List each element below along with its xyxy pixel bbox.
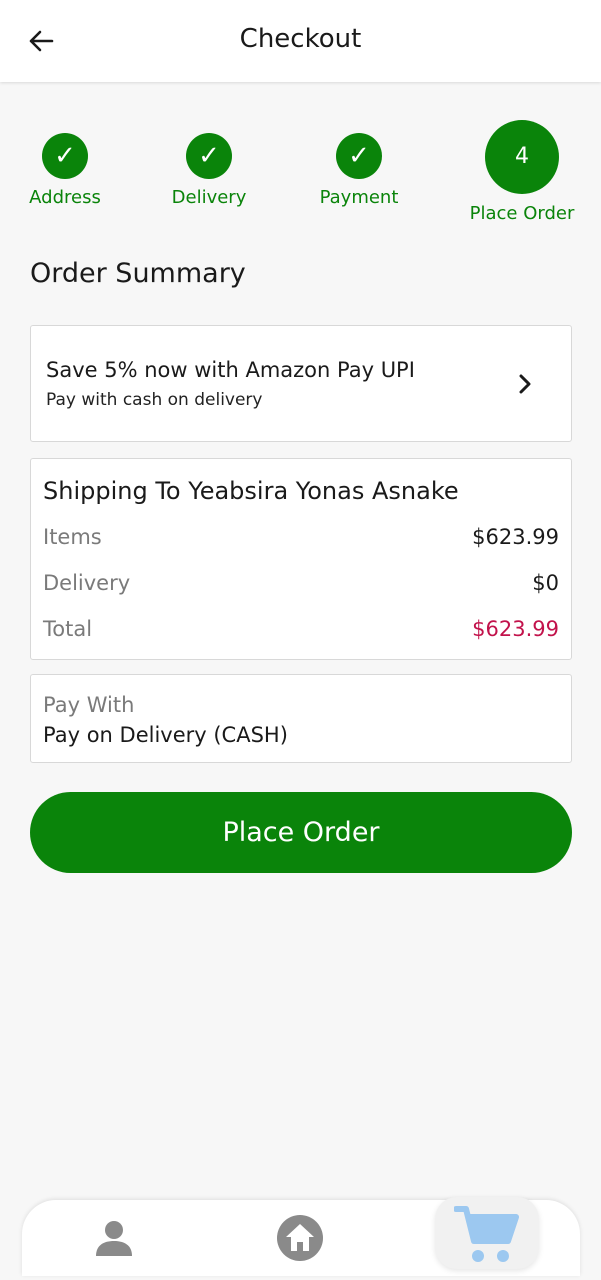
step-place-order[interactable]: 4 Place Order xyxy=(466,120,578,224)
shipping-summary-card: Shipping To Yeabsira Yonas Asnake Items … xyxy=(30,458,572,660)
shipping-title: Shipping To Yeabsira Yonas Asnake xyxy=(43,477,459,505)
payment-method: Pay on Delivery (CASH) xyxy=(43,723,288,747)
step-label: Place Order xyxy=(469,203,575,224)
delivery-label: Delivery xyxy=(43,571,131,595)
step-delivery[interactable]: ✓ Delivery xyxy=(166,133,252,208)
step-label: Delivery xyxy=(171,187,247,208)
total-label: Total xyxy=(43,617,93,641)
bottom-nav xyxy=(22,1197,580,1276)
promo-title: Save 5% now with Amazon Pay UPI xyxy=(46,358,415,382)
person-icon xyxy=(96,1221,132,1256)
total-value: $623.99 xyxy=(472,617,559,641)
checkout-screen: Checkout ✓ Address ✓ Delivery ✓ Payment … xyxy=(0,0,601,1280)
pay-with-card[interactable]: Pay With Pay on Delivery (CASH) xyxy=(30,674,572,763)
app-bar: Checkout xyxy=(0,0,601,82)
promo-subtitle: Pay with cash on delivery xyxy=(46,390,263,410)
order-summary-title: Order Summary xyxy=(30,258,246,289)
home-icon xyxy=(277,1215,323,1261)
check-icon: ✓ xyxy=(336,133,382,179)
step-payment[interactable]: ✓ Payment xyxy=(312,133,406,208)
page-title: Checkout xyxy=(239,24,362,54)
items-value: $623.99 xyxy=(472,525,559,549)
items-label: Items xyxy=(43,525,102,549)
nav-profile[interactable] xyxy=(88,1212,140,1264)
check-icon: ✓ xyxy=(186,133,232,179)
nav-cart[interactable] xyxy=(450,1202,524,1268)
step-label: Payment xyxy=(319,187,399,208)
check-icon: ✓ xyxy=(42,133,88,179)
step-number: 4 xyxy=(485,120,559,194)
chevron-right-icon xyxy=(519,374,531,394)
step-address[interactable]: ✓ Address xyxy=(22,133,108,208)
delivery-value: $0 xyxy=(532,571,559,595)
pay-with-label: Pay With xyxy=(43,693,135,717)
nav-home[interactable] xyxy=(274,1212,326,1264)
place-order-button[interactable]: Place Order xyxy=(30,792,572,873)
step-label: Address xyxy=(29,187,101,208)
amazon-pay-promo-card[interactable]: Save 5% now with Amazon Pay UPI Pay with… xyxy=(30,325,572,442)
cart-icon xyxy=(454,1206,519,1262)
